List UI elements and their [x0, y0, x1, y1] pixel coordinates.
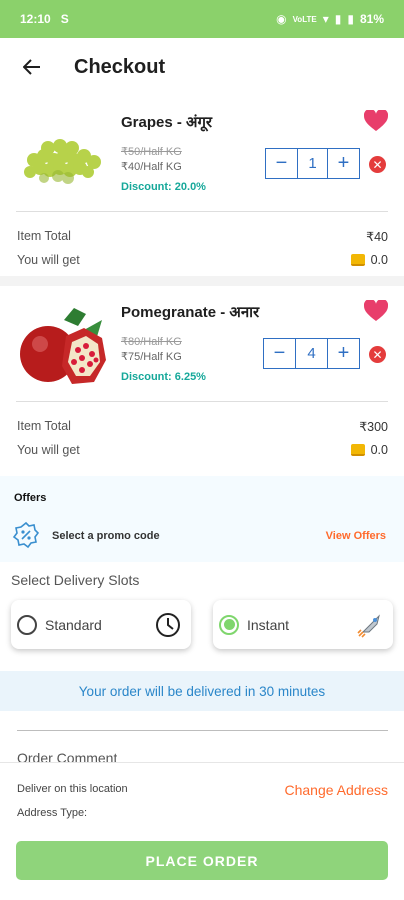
product-price: ₹40/Half KG	[121, 161, 182, 173]
section-separator	[0, 276, 404, 286]
increase-quantity-button[interactable]: +	[328, 149, 359, 178]
remove-item-icon[interactable]: ✕	[369, 346, 386, 363]
product-discount: Discount: 6.25%	[121, 371, 206, 383]
decrease-quantity-button[interactable]: −	[266, 149, 297, 178]
product-mrp: ₹80/Half KG	[121, 336, 182, 348]
view-offers-link[interactable]: View Offers	[326, 530, 386, 542]
checkout-footer: Deliver on this location Address Type: C…	[0, 762, 404, 900]
decrease-quantity-button[interactable]: −	[264, 339, 295, 368]
reward-row: You will get 0.0	[17, 443, 388, 457]
quantity-value: 1	[297, 149, 328, 178]
item-total-label: Item Total	[17, 229, 71, 243]
increase-quantity-button[interactable]: +	[328, 339, 359, 368]
order-comment-field[interactable]: Order Comment	[17, 750, 117, 762]
divider	[16, 401, 388, 402]
slot-standard[interactable]: Standard	[11, 600, 191, 649]
cart-item-pomegranate: Pomegranate - अनार ₹80/Half KG ₹75/Half …	[0, 290, 404, 466]
app-bar: Checkout	[0, 38, 404, 96]
delivery-time-message: Your order will be delivered in 30 minut…	[0, 671, 404, 711]
battery-icon: ▮	[347, 12, 354, 26]
favorite-heart-icon[interactable]	[363, 298, 389, 322]
item-total-value: ₹300	[359, 420, 388, 434]
sim-icon: S	[60, 12, 69, 26]
coin-icon	[350, 444, 365, 456]
item-total-label: Item Total	[17, 419, 71, 433]
quantity-value: 4	[295, 339, 328, 368]
slot-label: Standard	[45, 616, 102, 633]
select-promo-code[interactable]: Select a promo code	[52, 530, 160, 542]
radio-button[interactable]	[17, 614, 37, 635]
clock-icon	[155, 612, 181, 638]
delivery-slots-title: Select Delivery Slots	[11, 572, 140, 588]
deliver-location-label: Deliver on this location	[17, 783, 128, 795]
volte-icon: VoLTE	[292, 14, 317, 24]
pomegranate-image	[14, 300, 110, 396]
network-icon: ◉	[276, 12, 287, 26]
divider	[16, 211, 388, 212]
favorite-heart-icon[interactable]	[363, 108, 389, 132]
wifi-icon: ▾	[322, 12, 329, 26]
product-mrp: ₹50/Half KG	[121, 146, 182, 158]
status-bar: 12:10 S ◉ VoLTE ▾ ▮ ▮ 81%	[0, 0, 404, 38]
grapes-image	[14, 110, 110, 206]
you-will-get-label: You will get	[17, 253, 80, 267]
item-total-row: Item Total ₹300	[17, 419, 388, 434]
product-name: Grapes - अंगूर	[121, 114, 213, 131]
slot-instant[interactable]: Instant	[213, 600, 393, 649]
place-order-button[interactable]: PLACE ORDER	[16, 841, 388, 880]
back-arrow-icon[interactable]	[12, 47, 52, 87]
offers-title: Offers	[14, 492, 47, 504]
product-price: ₹75/Half KG	[121, 351, 182, 363]
item-total-row: Item Total ₹40	[17, 229, 388, 244]
address-type-label: Address Type:	[17, 807, 88, 819]
coins-value: 0.0	[370, 253, 388, 267]
coin-icon	[350, 254, 365, 266]
change-address-link[interactable]: Change Address	[284, 782, 388, 798]
reward-row: You will get 0.0	[17, 253, 388, 267]
remove-item-icon[interactable]: ✕	[369, 156, 386, 173]
offers-section: Offers Select a promo code View Offers	[0, 476, 404, 562]
coins-value: 0.0	[370, 443, 388, 457]
you-will-get-label: You will get	[17, 443, 80, 457]
signal-icon: ▮	[334, 12, 342, 26]
product-name: Pomegranate - अनार	[121, 304, 260, 321]
radio-button-selected[interactable]	[219, 614, 239, 635]
product-discount: Discount: 20.0%	[121, 181, 206, 193]
battery-percent: 81%	[359, 12, 384, 26]
item-total-value: ₹40	[366, 230, 388, 244]
discount-tag-icon	[12, 521, 40, 549]
divider	[17, 730, 388, 731]
slot-label: Instant	[247, 616, 290, 633]
quantity-stepper: − 1 +	[265, 148, 360, 179]
cart-item-grapes: Grapes - अंगूर ₹50/Half KG ₹40/Half KG D…	[0, 100, 404, 276]
quantity-stepper: − 4 +	[263, 338, 360, 369]
rocket-icon	[357, 612, 383, 638]
page-title: Checkout	[74, 55, 166, 78]
status-time: 12:10	[20, 12, 51, 26]
